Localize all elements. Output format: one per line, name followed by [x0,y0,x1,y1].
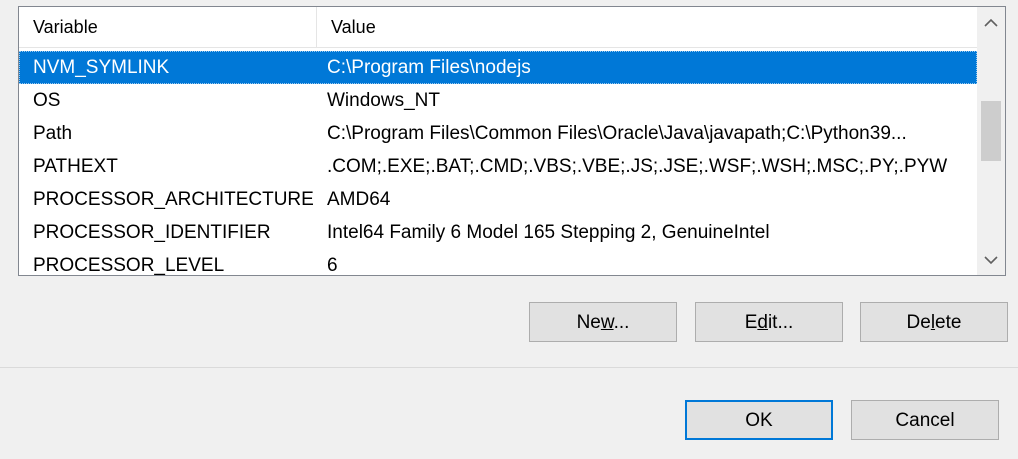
table-row[interactable]: Path C:\Program Files\Common Files\Oracl… [19,117,977,150]
scroll-thumb[interactable] [981,101,1001,161]
row-value: 6 [327,255,338,276]
row-variable: PROCESSOR_LEVEL [33,255,225,276]
cancel-button[interactable]: Cancel [851,400,999,440]
row-value: .COM;.EXE;.BAT;.CMD;.VBS;.VBE;.JS;.JSE;.… [327,156,948,177]
row-value: Windows_NT [327,90,440,111]
new-button[interactable]: New... [529,302,677,342]
chevron-down-icon[interactable] [977,245,1005,275]
chevron-up-icon[interactable] [977,7,1005,37]
ok-button[interactable]: OK [685,400,833,440]
table-row[interactable]: PATHEXT .COM;.EXE;.BAT;.CMD;.VBS;.VBE;.J… [19,150,977,183]
column-header-variable[interactable]: Variable [19,7,317,47]
row-variable: PROCESSOR_IDENTIFIER [33,222,271,243]
row-variable: PATHEXT [33,156,118,177]
vertical-scrollbar[interactable] [977,7,1005,275]
row-value: C:\Program Files\nodejs [327,57,531,78]
row-variable: OS [33,90,61,111]
row-value: AMD64 [327,189,391,210]
delete-button[interactable]: Delete [860,302,1008,342]
list-header: Variable Value [19,7,977,48]
environment-variables-dialog: Variable Value NVM_SYMLINK C:\Program Fi… [0,0,1018,459]
row-value: Intel64 Family 6 Model 165 Stepping 2, G… [327,222,770,243]
row-value: C:\Program Files\Common Files\Oracle\Jav… [327,123,907,144]
table-row[interactable]: OS Windows_NT [19,84,977,117]
edit-button[interactable]: Edit... [695,302,843,342]
row-variable: PROCESSOR_ARCHITECTURE [33,189,313,210]
divider [0,367,1018,368]
row-variable: NVM_SYMLINK [33,57,170,78]
table-row[interactable]: NVM_SYMLINK C:\Program Files\nodejs [19,51,977,84]
column-header-value[interactable]: Value [317,7,977,47]
system-variables-list[interactable]: Variable Value NVM_SYMLINK C:\Program Fi… [18,6,1006,276]
table-row[interactable]: PROCESSOR_ARCHITECTURE AMD64 [19,183,977,216]
list-rows: NVM_SYMLINK C:\Program Files\nodejs OS W… [19,51,977,276]
row-variable: Path [33,123,73,144]
table-row[interactable]: PROCESSOR_LEVEL 6 [19,249,977,276]
table-row[interactable]: PROCESSOR_IDENTIFIER Intel64 Family 6 Mo… [19,216,977,249]
